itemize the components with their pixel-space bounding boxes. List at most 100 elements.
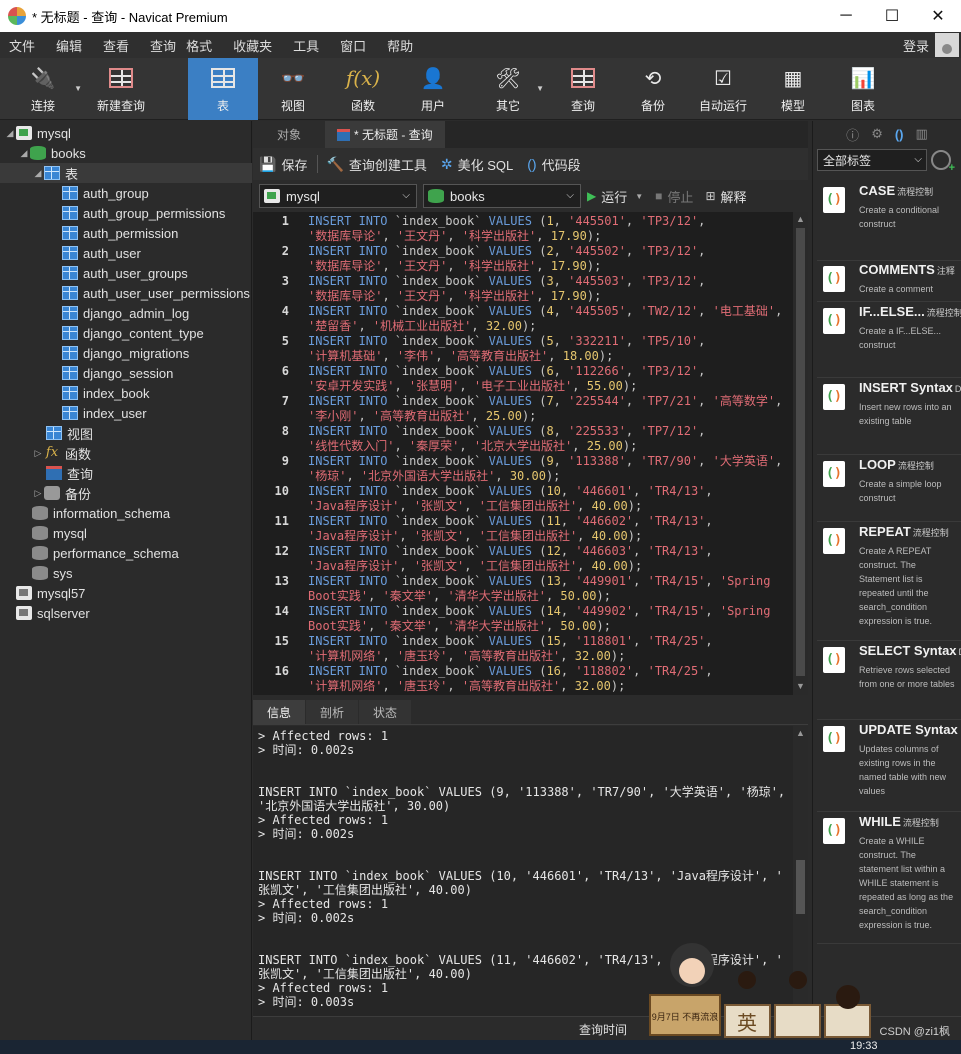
menu-favorites[interactable]: 收藏夹 (224, 36, 284, 55)
view-button[interactable]: 👓 视图 (258, 58, 328, 120)
snippet-item[interactable]: () UPDATE Syntax Updates columns of existi… (817, 722, 961, 812)
code-snippet-button[interactable]: () 代码段 (527, 155, 580, 174)
tree-table-item[interactable]: auth_user (0, 243, 252, 263)
code-token: , (560, 679, 575, 693)
menu-window[interactable]: 窗口 (331, 36, 378, 55)
tree-connection-mysql[interactable]: ◢ mysql (0, 123, 252, 143)
tree-table-item[interactable]: auth_user_user_permissions (0, 283, 252, 303)
sql-editor[interactable]: 1 INSERT INTO `index_book` VALUES (1, '44… (253, 212, 808, 695)
tab-status[interactable]: 状态 (359, 700, 412, 724)
snippet-item[interactable]: () LOOP 流程控制 Create a simple loop construct (817, 457, 961, 522)
tree-folder-views[interactable]: 视图 (0, 423, 252, 443)
stop-button[interactable]: ■ 停止 (655, 187, 693, 206)
maximize-button[interactable]: ☐ (869, 0, 915, 32)
tree-table-item[interactable]: index_book (0, 383, 252, 403)
tree-database-performance-schema[interactable]: performance_schema (0, 543, 252, 563)
beautify-sql-button[interactable]: ✲ 美化 SQL (441, 155, 513, 174)
tree-label: mysql57 (37, 585, 86, 601)
menu-view[interactable]: 查看 (94, 36, 141, 55)
tab-objects[interactable]: 对象 (253, 121, 325, 148)
snippet-item[interactable]: () COMMENTS 注释 Create a comment (817, 262, 961, 302)
tree-table-item[interactable]: index_user (0, 403, 252, 423)
tree-folder-backups[interactable]: ▷ 备份 (0, 483, 252, 503)
scrollbar-thumb[interactable] (796, 228, 805, 676)
snippet-item[interactable]: () IF...ELSE... 流程控制 Create a IF...ELSE... … (817, 304, 961, 378)
snippet-item[interactable]: ()INSERT SyntaxDIInsert new rows into an… (817, 380, 961, 455)
function-button[interactable]: f(x) 函数 (328, 58, 398, 120)
query-builder-button[interactable]: 🔨 查询创建工具 (326, 155, 426, 174)
snippet-item[interactable]: () CASE 流程控制 Create a conditional construct (817, 183, 961, 261)
code-text: INSERT INTO `index_book` VALUES (6, '112… (308, 364, 705, 379)
tree-database-mysql[interactable]: mysql (0, 523, 252, 543)
connect-button[interactable]: 🔌 连接 ▼ (0, 58, 86, 120)
menu-file[interactable]: 文件 (0, 36, 47, 55)
tab-query[interactable]: * 无标题 - 查询 (325, 121, 445, 148)
tab-message[interactable]: 信息 (253, 700, 306, 724)
menu-help[interactable]: 帮助 (378, 36, 425, 55)
backup-button[interactable]: ⟲ 备份 (618, 58, 688, 120)
user-button[interactable]: 👤 用户 (398, 58, 468, 120)
chevron-down-icon[interactable]: ▼ (635, 192, 643, 201)
layout-icon[interactable]: ▥ (916, 126, 928, 142)
chevron-down-icon[interactable]: ◢ (18, 148, 30, 159)
chevron-down-icon[interactable]: ◢ (32, 168, 44, 179)
tree-table-item[interactable]: auth_group_permissions (0, 203, 252, 223)
tree-folder-tables[interactable]: ◢ 表 (0, 163, 252, 183)
avatar[interactable] (935, 33, 959, 57)
code-token: '445501' (568, 214, 626, 228)
editor-scrollbar[interactable]: ▲ ▼ (793, 212, 808, 695)
chevron-down-icon[interactable]: ▼ (536, 84, 544, 93)
connection-select[interactable]: mysql ⌵ (259, 184, 417, 208)
code-token: , (536, 259, 551, 273)
new-query-button[interactable]: 新建查询 (86, 58, 156, 120)
save-button[interactable]: 💾 保存 (259, 155, 307, 174)
scroll-down-icon[interactable]: ▼ (793, 681, 808, 695)
chevron-down-icon[interactable]: ▼ (74, 84, 82, 93)
tree-folder-functions[interactable]: ▷ fx 函数 (0, 443, 252, 463)
minimize-button[interactable]: ─ (823, 0, 869, 32)
model-button[interactable]: ▦ 模型 (758, 58, 828, 120)
tree-table-item[interactable]: django_content_type (0, 323, 252, 343)
tab-profile[interactable]: 剖析 (306, 700, 359, 724)
add-snippet-icon[interactable] (931, 150, 955, 174)
close-button[interactable]: ✕ (915, 0, 961, 32)
menu-query[interactable]: 查询 (141, 36, 180, 55)
login-link[interactable]: 登录 (903, 36, 929, 55)
chart-button[interactable]: 📊 图表 (828, 58, 898, 120)
table-button[interactable]: 表 (188, 58, 258, 120)
scroll-up-icon[interactable]: ▲ (793, 214, 808, 228)
tree-connection-mysql57[interactable]: mysql57 (0, 583, 252, 603)
menu-tools[interactable]: 工具 (284, 36, 331, 55)
tree-table-item[interactable]: django_migrations (0, 343, 252, 363)
braces-icon[interactable]: () (895, 127, 904, 142)
tree-database-books[interactable]: ◢ books (0, 143, 252, 163)
tree-table-item[interactable]: auth_permission (0, 223, 252, 243)
tree-table-item[interactable]: auth_user_groups (0, 263, 252, 283)
chevron-down-icon[interactable]: ◢ (4, 128, 16, 139)
tree-table-item[interactable]: django_admin_log (0, 303, 252, 323)
scroll-up-icon[interactable]: ▲ (793, 728, 808, 738)
tree-database-information-schema[interactable]: information_schema (0, 503, 252, 523)
query-button[interactable]: 查询 (548, 58, 618, 120)
run-button[interactable]: ▶ 运行 ▼ (587, 187, 643, 206)
tag-filter-select[interactable]: 全部标签 ⌵ (817, 149, 927, 171)
menu-edit[interactable]: 编辑 (47, 36, 94, 55)
snippet-item[interactable]: () SELECT SyntaxDI Retrieve rows selected … (817, 643, 961, 720)
explain-button[interactable]: ⊞ 解释 (705, 187, 746, 206)
tree-connection-sqlserver[interactable]: sqlserver (0, 603, 252, 623)
tree-folder-queries[interactable]: 查询 (0, 463, 252, 483)
chevron-right-icon[interactable]: ▷ (32, 448, 44, 459)
tree-table-item[interactable]: django_session (0, 363, 252, 383)
gear-icon[interactable]: ⚙ (871, 126, 883, 142)
other-button[interactable]: 🛠 其它 ▼ (468, 58, 548, 120)
snippet-item[interactable]: () REPEAT 流程控制 Create A REPEAT construct. T… (817, 524, 961, 641)
menu-format[interactable]: 格式 (180, 36, 224, 55)
chevron-right-icon[interactable]: ▷ (32, 488, 44, 499)
info-icon[interactable]: ⓘ (846, 125, 859, 144)
database-select[interactable]: books ⌵ (423, 184, 581, 208)
scrollbar-thumb[interactable] (796, 860, 805, 914)
tree-database-sys[interactable]: sys (0, 563, 252, 583)
snippet-item[interactable]: () WHILE 流程控制 Create a WHILE construct. The… (817, 814, 961, 944)
automation-button[interactable]: ☑ 自动运行 (688, 58, 758, 120)
tree-table-item[interactable]: auth_group (0, 183, 252, 203)
